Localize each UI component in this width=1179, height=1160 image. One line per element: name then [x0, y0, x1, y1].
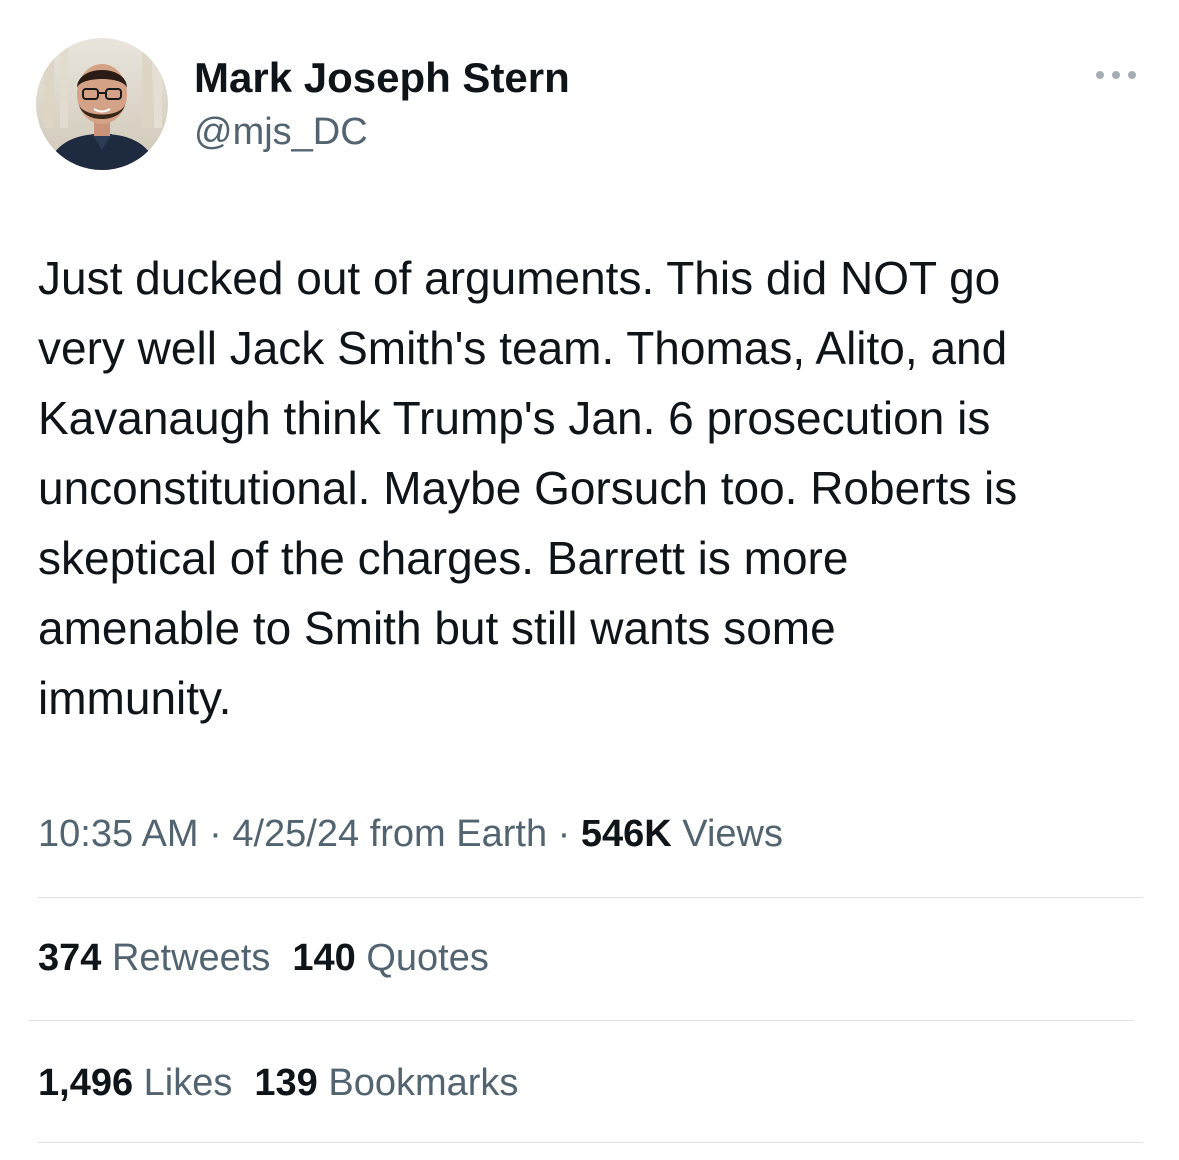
bookmarks-label: Bookmarks — [328, 1062, 519, 1104]
divider — [38, 1142, 1143, 1143]
retweets-count: 374 — [38, 937, 102, 979]
author-display-name[interactable]: Mark Joseph Stern — [194, 52, 570, 104]
tweet-text: Just ducked out of arguments. This did N… — [38, 252, 1018, 724]
likes-count: 1,496 — [38, 1062, 134, 1104]
bookmarks-stat[interactable]: 139 Bookmarks — [254, 1062, 518, 1104]
views-label: Views — [682, 813, 783, 855]
divider — [28, 1020, 1134, 1021]
more-horizontal-icon[interactable] — [1090, 62, 1142, 88]
profile-photo — [36, 38, 168, 170]
avatar[interactable] — [36, 38, 168, 170]
meta-separator: · — [547, 813, 581, 855]
likes-stat[interactable]: 1,496 Likes — [38, 1062, 232, 1104]
meta-separator: · — [198, 813, 233, 855]
stats-row-likes: 1,496 Likes 139 Bookmarks — [38, 1059, 540, 1107]
divider — [38, 897, 1143, 898]
author-handle[interactable]: @mjs_DC — [194, 108, 368, 156]
tweet-date[interactable]: 4/25/24 — [232, 813, 359, 855]
quotes-count: 140 — [292, 937, 356, 979]
retweets-label: Retweets — [111, 937, 271, 979]
retweets-stat[interactable]: 374 Retweets — [38, 937, 270, 979]
bookmarks-count: 139 — [254, 1062, 318, 1104]
tweet-source: from Earth — [369, 813, 548, 855]
tweet-time[interactable]: 10:35 AM — [38, 813, 199, 855]
quotes-stat[interactable]: 140 Quotes — [292, 937, 489, 979]
likes-label: Likes — [143, 1062, 233, 1104]
stats-row-engagement: 374 Retweets 140 Quotes — [38, 934, 511, 982]
tweet-meta: 10:35 AM · 4/25/24 from Earth · 546K Vie… — [38, 810, 783, 858]
quotes-label: Quotes — [366, 937, 489, 979]
views-count: 546K — [580, 813, 672, 855]
